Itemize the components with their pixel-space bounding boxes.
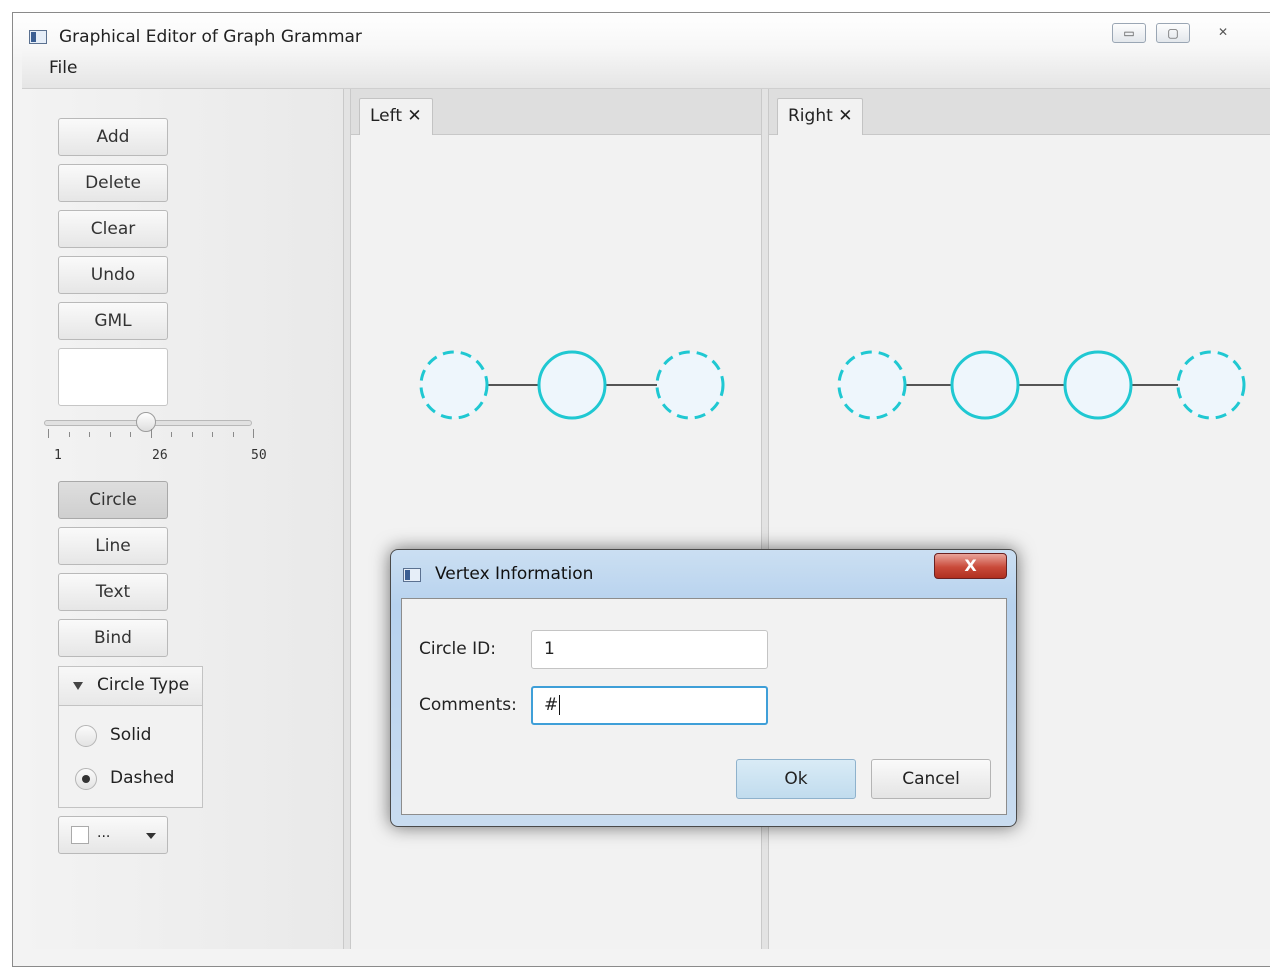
ok-button[interactable]: Ok xyxy=(736,759,856,799)
dashed-vertex[interactable] xyxy=(655,350,725,420)
circle-tool-button[interactable]: Circle xyxy=(58,481,168,519)
chevron-down-icon xyxy=(146,833,156,839)
solid-radio[interactable] xyxy=(75,725,97,747)
panel-divider[interactable] xyxy=(343,89,351,949)
window-title: Graphical Editor of Graph Grammar xyxy=(59,27,362,47)
bind-tool-button[interactable]: Bind xyxy=(58,619,168,657)
color-swatch xyxy=(71,826,89,844)
solid-vertex[interactable] xyxy=(1063,350,1133,420)
slider-tick xyxy=(109,432,111,437)
clear-button[interactable]: Clear xyxy=(58,210,168,248)
circle-id-value: 1 xyxy=(544,639,555,659)
slider-tick xyxy=(212,432,213,437)
line-tool-button[interactable]: Line xyxy=(58,527,168,565)
dialog-title: Vertex Information xyxy=(435,564,594,584)
color-picker[interactable]: ... xyxy=(58,816,168,854)
solid-vertex[interactable] xyxy=(950,350,1020,420)
dashed-radio[interactable] xyxy=(75,768,97,790)
slider-tick xyxy=(130,432,131,437)
restore-button[interactable]: ▢ xyxy=(1156,23,1190,43)
dialog-body: Circle ID: 1 Comments: # Ok Cancel xyxy=(401,598,1007,815)
dashed-vertex[interactable] xyxy=(1176,350,1246,420)
slider-tick xyxy=(191,432,193,437)
slider-tick xyxy=(89,432,90,437)
slider-mid-label: 26 xyxy=(152,448,168,463)
slider-tick xyxy=(171,432,172,437)
gml-text-area[interactable] xyxy=(58,348,168,406)
expand-triangle-icon xyxy=(73,682,83,690)
circle-id-field[interactable]: 1 xyxy=(531,630,768,669)
size-slider-thumb[interactable] xyxy=(136,412,156,432)
menu-file[interactable]: File xyxy=(49,58,77,78)
slider-tick xyxy=(48,429,49,438)
close-window-button[interactable]: ✕ xyxy=(1200,23,1246,43)
dashed-vertex[interactable] xyxy=(419,350,489,420)
dialog-app-icon xyxy=(403,568,421,582)
gml-button[interactable]: GML xyxy=(58,302,168,340)
circle-type-body: Solid Dashed xyxy=(58,706,203,808)
circle-type-title: Circle Type xyxy=(97,675,190,695)
tool-panel: Add Delete Clear Undo GML 1 26 50 Circle… xyxy=(22,89,344,949)
text-tool-button[interactable]: Text xyxy=(58,573,168,611)
color-picker-label: ... xyxy=(97,825,111,841)
dashed-vertex[interactable] xyxy=(837,350,907,420)
menu-bar: File xyxy=(22,48,1270,89)
dialog-close-button[interactable]: X xyxy=(934,553,1007,579)
app-icon xyxy=(29,30,47,44)
comments-field[interactable]: # xyxy=(531,686,768,725)
slider-tick xyxy=(150,429,152,438)
circle-type-pane: Circle Type Solid Dashed xyxy=(58,666,203,808)
vertex-info-dialog: Vertex Information X Circle ID: 1 Commen… xyxy=(390,549,1017,827)
cancel-button[interactable]: Cancel xyxy=(871,759,991,799)
slider-tick xyxy=(232,432,234,437)
undo-button[interactable]: Undo xyxy=(58,256,168,294)
solid-vertex[interactable] xyxy=(537,350,607,420)
solid-radio-label: Solid xyxy=(110,725,152,745)
delete-button[interactable]: Delete xyxy=(58,164,168,202)
slider-tick xyxy=(68,432,70,437)
add-button[interactable]: Add xyxy=(58,118,168,156)
slider-max-label: 50 xyxy=(251,448,267,463)
dashed-radio-label: Dashed xyxy=(110,768,175,788)
minimize-button[interactable]: ▭ xyxy=(1112,23,1146,43)
comments-label: Comments: xyxy=(419,695,517,715)
slider-min-label: 1 xyxy=(54,448,62,463)
comments-value: # xyxy=(544,695,559,715)
circle-id-label: Circle ID: xyxy=(419,639,496,659)
text-caret xyxy=(559,695,561,715)
slider-tick xyxy=(253,429,254,438)
circle-type-header[interactable]: Circle Type xyxy=(58,666,203,706)
